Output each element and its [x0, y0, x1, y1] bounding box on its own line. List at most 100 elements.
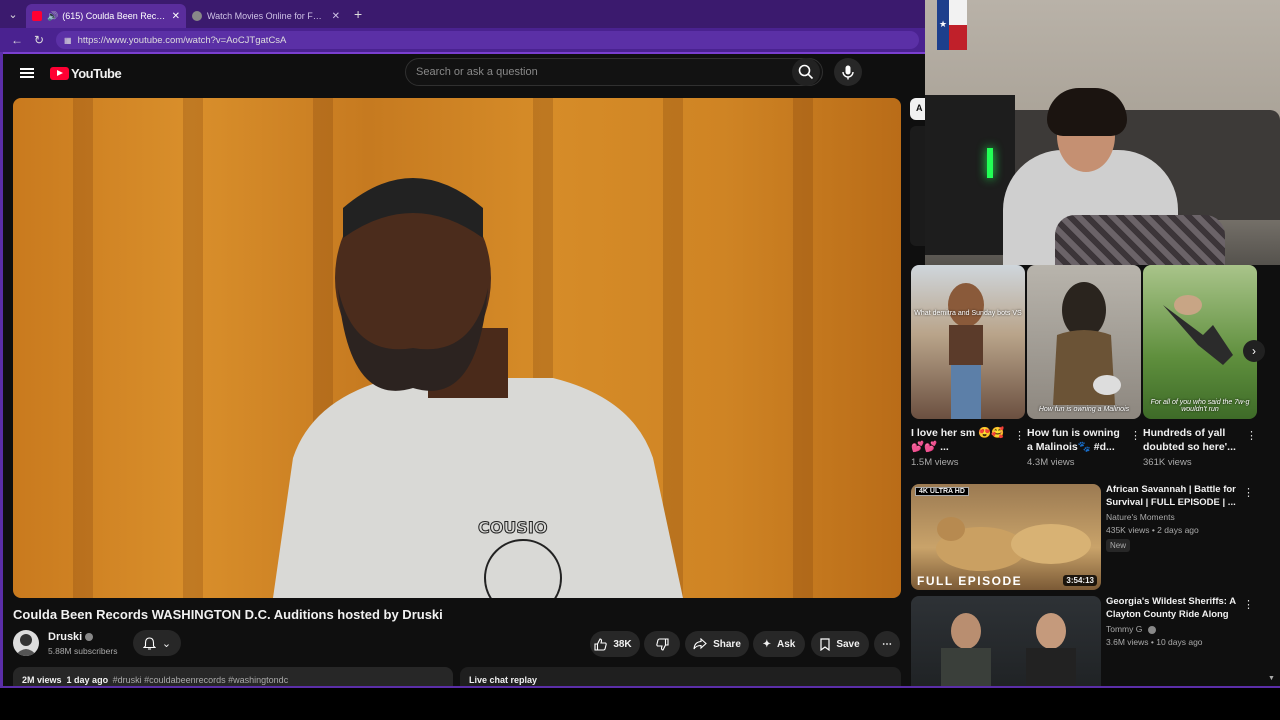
window-border [0, 52, 3, 688]
share-label: Share [713, 638, 741, 650]
short-card[interactable]: How fun is owning a Malinois How fun is … [1027, 265, 1141, 468]
recommendation-channel[interactable]: Nature's Moments [1106, 512, 1175, 522]
chevron-right-icon: › [1252, 344, 1256, 358]
search-icon [798, 64, 814, 80]
chevron-down-icon: ⌄ [161, 637, 172, 650]
site-favicon-icon [192, 11, 202, 21]
search-input[interactable]: Search or ask a question [405, 58, 823, 86]
video-frame-person: COUSIO [273, 178, 683, 598]
tab-title: (615) Coulda Been Records W [62, 11, 167, 21]
thumbs-down-icon [655, 637, 669, 651]
youtube-logo[interactable]: YouTube [50, 65, 122, 81]
recommendation-thumbnail[interactable]: 4K ULTRA HD FULL EPISODE 3:54:13 [911, 484, 1101, 590]
search-placeholder: Search or ask a question [416, 66, 538, 78]
ask-label: Ask [777, 638, 796, 650]
short-card[interactable]: For all of you who said the 7w-g wouldn'… [1143, 265, 1257, 468]
channel-name-text: Druski [48, 631, 83, 643]
video-duration: 3:54:13 [1063, 575, 1097, 586]
short-title: How fun is owning a Malinois🐾 #d... [1027, 427, 1120, 453]
thumbs-up-icon [594, 637, 608, 651]
site-info-icon[interactable]: ▦ [64, 36, 72, 45]
share-button[interactable]: Share [685, 631, 749, 657]
search-button[interactable] [792, 58, 820, 86]
new-tab-button[interactable]: + [354, 6, 362, 22]
recommendation-title[interactable]: African Savannah | Battle for Survival |… [1106, 484, 1236, 509]
short-thumbnail[interactable]: What demitra and Sunday bots VS [911, 265, 1025, 419]
streamer-hair [1047, 88, 1127, 136]
more-vertical-icon[interactable]: ⋮ [1243, 486, 1254, 499]
notifications-button[interactable]: ⌄ [133, 630, 181, 656]
youtube-header: YouTube Search or ask a question [3, 54, 925, 92]
logo-text: YouTube [71, 65, 122, 81]
tab-movies[interactable]: Watch Movies Online for FREE | 1 ✕ [186, 4, 346, 28]
filter-chip[interactable]: A [910, 98, 926, 120]
verified-icon [1147, 625, 1156, 634]
webcam-led-light [987, 148, 993, 178]
webcam-shelf [925, 95, 1015, 255]
video-title: Coulda Been Records WASHINGTON D.C. Audi… [13, 607, 443, 622]
reload-icon[interactable]: ↻ [28, 33, 50, 47]
voice-search-button[interactable] [834, 58, 862, 86]
more-vertical-icon[interactable]: ⋮ [1130, 429, 1141, 442]
back-arrow-icon[interactable]: ← [6, 33, 28, 47]
recommendation-channel[interactable]: Tommy G [1106, 624, 1156, 634]
short-caption: How fun is owning a Malinois [1038, 406, 1130, 413]
short-title: Hundreds of yall doubted so here'... [1143, 427, 1236, 453]
close-tab-icon[interactable]: ✕ [172, 11, 180, 22]
short-thumbnail[interactable]: How fun is owning a Malinois [1027, 265, 1141, 419]
bookmark-icon [820, 637, 830, 651]
url-bar[interactable]: ▦ https://www.youtube.com/watch?v=AoCJTg… [56, 31, 919, 49]
recommendation-title[interactable]: Georgia's Wildest Sheriffs: A Clayton Co… [1106, 596, 1236, 621]
save-button[interactable]: Save [811, 631, 869, 657]
short-views: 4.3M views [1027, 457, 1075, 468]
close-tab-icon[interactable]: ✕ [332, 11, 340, 22]
youtube-play-icon [50, 66, 69, 80]
share-icon [693, 638, 707, 650]
more-actions-button[interactable]: ⋯ [874, 631, 900, 657]
new-badge: New [1106, 539, 1131, 552]
view-count: 2M views [22, 675, 62, 685]
svg-text:COUSIO: COUSIO [478, 518, 547, 537]
quality-badge: 4K ULTRA HD [915, 487, 969, 496]
more-vertical-icon[interactable]: ⋮ [1246, 429, 1257, 442]
video-actions-row: Druski 5.88M subscribers ⌄ 38K Share ✦ A… [13, 628, 901, 660]
channel-avatar[interactable] [13, 630, 39, 656]
shorts-next-button[interactable]: › [1243, 340, 1265, 362]
chat-panel-edge [910, 126, 926, 246]
url-text: https://www.youtube.com/watch?v=AoCJTgat… [77, 34, 287, 46]
recommendation-item[interactable]: 4K ULTRA HD FULL EPISODE 3:54:13 African… [911, 484, 1266, 590]
screen: ⌄ 🔊 (615) Coulda Been Records W ✕ Watch … [0, 0, 1280, 720]
ask-button[interactable]: ✦ Ask [753, 631, 805, 657]
browser-tabbar: ⌄ 🔊 (615) Coulda Been Records W ✕ Watch … [0, 0, 925, 28]
menu-icon[interactable] [20, 68, 34, 78]
webcam-overlay: ★ [925, 0, 1280, 265]
recommendation-meta: 435K views • 2 days ago [1106, 525, 1199, 535]
more-vertical-icon[interactable]: ⋮ [1243, 598, 1254, 611]
channel-name-text: Tommy G [1106, 624, 1143, 634]
short-caption: For all of you who said the 7w-g wouldn'… [1150, 399, 1250, 413]
more-vertical-icon[interactable]: ⋮ [1014, 429, 1025, 442]
tab-list-chevron-icon[interactable]: ⌄ [0, 0, 26, 28]
address-toolbar: ← ↻ ▦ https://www.youtube.com/watch?v=Ao… [0, 28, 925, 52]
short-views: 1.5M views [911, 457, 959, 468]
texas-flag: ★ [937, 0, 967, 50]
short-caption: What demitra and Sunday bots VS [914, 310, 1022, 317]
hashtags[interactable]: #druski #couldabeenrecords #washingtondc [113, 675, 289, 685]
short-card[interactable]: What demitra and Sunday bots VS I love h… [911, 265, 1025, 468]
streamer-pants [1055, 215, 1225, 265]
channel-name[interactable]: Druski [48, 631, 94, 643]
shorts-shelf: What demitra and Sunday bots VS I love h… [911, 265, 1271, 475]
video-player[interactable]: COUSIO [13, 98, 901, 598]
sparkle-icon: ✦ [762, 638, 772, 650]
subscriber-count: 5.88M subscribers [48, 646, 118, 656]
short-thumbnail[interactable]: For all of you who said the 7w-g wouldn'… [1143, 265, 1257, 419]
short-views: 361K views [1143, 457, 1192, 468]
like-button[interactable]: 38K [590, 631, 640, 657]
bell-icon [142, 636, 156, 649]
tab-title: Watch Movies Online for FREE | 1 [207, 11, 328, 21]
tab-youtube[interactable]: 🔊 (615) Coulda Been Records W ✕ [26, 4, 186, 28]
dislike-button[interactable] [644, 631, 680, 657]
scroll-down-icon[interactable]: ▼ [1268, 675, 1275, 682]
live-chat-label: Live chat replay [469, 675, 538, 685]
speaker-icon[interactable]: 🔊 [47, 11, 58, 22]
